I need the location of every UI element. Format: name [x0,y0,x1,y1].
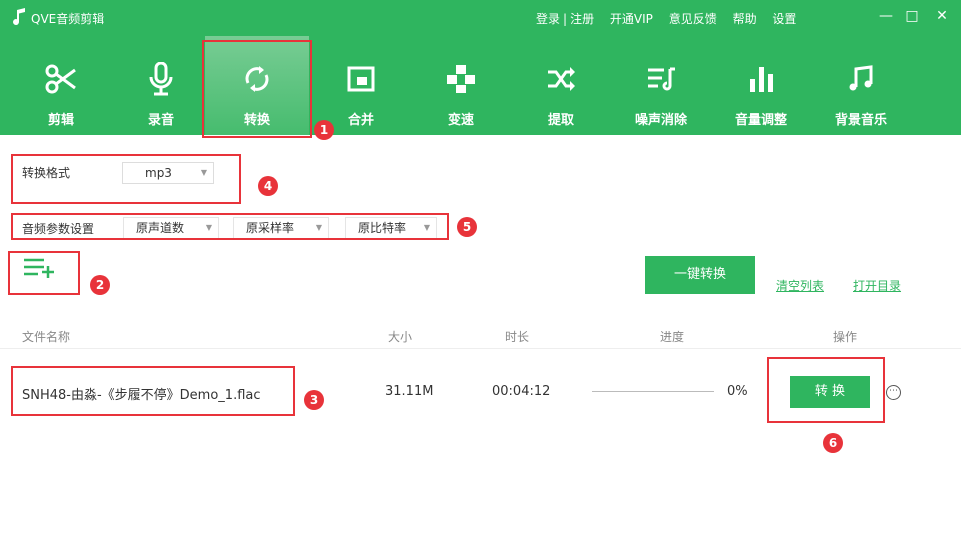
link-separator: | [563,12,568,26]
tool-cut[interactable]: 剪辑 [11,36,111,135]
app-header: QVE音频剪辑 登录 | 注册 开通VIP 意见反馈 帮助 设置 — □ ✕ 剪辑 [0,0,961,135]
tool-label: 录音 [147,113,174,128]
annotation-box [11,366,295,416]
tool-speed[interactable]: 变速 [411,36,511,135]
tool-extract[interactable]: 提取 [511,36,611,135]
minimize-button[interactable]: — [877,6,895,26]
col-header-name: 文件名称 [22,330,71,344]
music-note-icon [13,8,25,26]
tool-label: 音量调整 [734,113,787,128]
clear-list-link[interactable]: 清空列表 [776,277,824,294]
annotation-badge: 5 [457,217,477,237]
tool-label: 背景音乐 [834,113,887,128]
annotation-badge: 3 [304,390,324,410]
annotation-badge: 1 [314,120,334,140]
col-header-progress: 进度 [660,330,685,344]
annotation-box [8,251,80,295]
table-divider [0,348,961,349]
extract-icon [548,67,575,91]
toolbar: 剪辑 录音 转换 合并 变速 提取 噪声消除 音量调整 背景音乐 [0,36,961,135]
speed-icon [447,65,475,93]
maximize-button[interactable]: □ [903,6,921,26]
convert-all-button[interactable]: 一键转换 [645,256,755,294]
register-link[interactable]: 注册 [570,12,594,26]
settings-link[interactable]: 设置 [772,12,796,26]
annotation-badge: 4 [258,176,278,196]
progress-percent: 0% [727,384,748,399]
close-button[interactable]: ✕ [933,6,951,26]
tool-volume[interactable]: 音量调整 [711,36,811,135]
tool-label: 噪声消除 [634,113,687,128]
annotation-box [11,154,241,204]
open-dir-link[interactable]: 打开目录 [853,277,901,294]
annotation-badge: 2 [90,275,110,295]
microphone-icon [149,62,173,96]
annotation-box [202,40,312,138]
music-icon [849,65,873,91]
tool-record[interactable]: 录音 [111,36,211,135]
header-links: 登录 | 注册 开通VIP 意见反馈 帮助 设置 [536,10,808,27]
vip-link[interactable]: 开通VIP [610,12,653,26]
col-header-ops: 操作 [833,330,858,344]
volume-icon [750,67,773,92]
more-options-icon[interactable]: ⋯ [886,385,901,400]
file-size: 31.11M [385,384,434,399]
col-header-duration: 时长 [505,330,530,344]
progress-bar [592,391,714,392]
merge-icon [347,66,375,92]
file-duration: 00:04:12 [492,384,551,399]
annotation-badge: 6 [823,433,843,453]
tool-label: 提取 [547,113,574,128]
feedback-link[interactable]: 意见反馈 [669,12,717,26]
app-title: QVE音频剪辑 [31,12,105,26]
tool-bgm[interactable]: 背景音乐 [811,36,911,135]
tool-denoise[interactable]: 噪声消除 [611,36,711,135]
tool-label: 剪辑 [47,113,74,128]
noise-icon [648,67,675,91]
scissors-icon [45,64,76,94]
title-bar: QVE音频剪辑 登录 | 注册 开通VIP 意见反馈 帮助 设置 — □ ✕ [0,0,961,36]
col-header-size: 大小 [388,330,413,344]
annotation-box [11,213,449,240]
tool-label: 变速 [447,113,474,128]
annotation-box [767,357,885,423]
help-link[interactable]: 帮助 [733,12,757,26]
login-link[interactable]: 登录 [536,12,560,26]
